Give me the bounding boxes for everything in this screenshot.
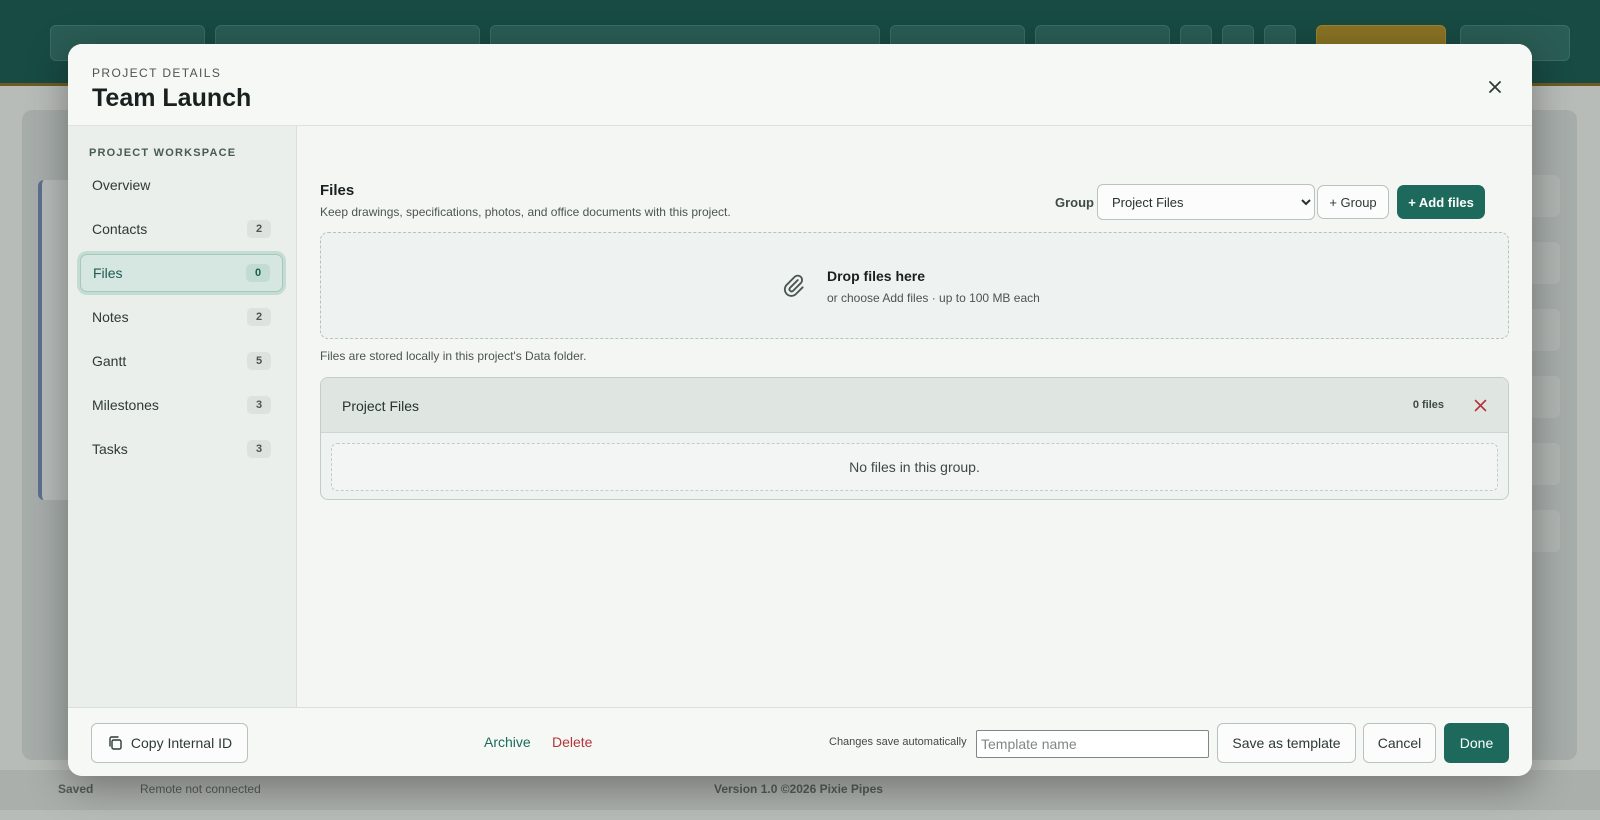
file-group-header: Project Files 0 files bbox=[321, 378, 1508, 433]
dropzone-subtitle: or choose Add files · up to 100 MB each bbox=[827, 291, 1040, 305]
sidebar-item-label: Gantt bbox=[92, 353, 127, 369]
background-remote-status: Remote not connected bbox=[140, 782, 261, 796]
sidebar-nav: Overview Contacts 2 Files 0 Notes 2 Gant… bbox=[80, 166, 283, 474]
count-badge: 2 bbox=[247, 308, 271, 326]
sidebar-item-label: Milestones bbox=[92, 397, 159, 413]
file-dropzone[interactable]: Drop files here or choose Add files · up… bbox=[320, 232, 1509, 339]
autosave-note: Changes save automatically bbox=[829, 736, 967, 748]
add-files-button[interactable]: + Add files bbox=[1397, 185, 1485, 219]
count-badge: 5 bbox=[247, 352, 271, 370]
archive-link[interactable]: Archive bbox=[484, 734, 531, 750]
sidebar-item-label: Overview bbox=[92, 177, 151, 193]
sidebar-item-notes[interactable]: Notes 2 bbox=[80, 298, 283, 336]
sidebar-item-label: Contacts bbox=[92, 221, 148, 237]
project-details-modal: PROJECT DETAILS Team Launch PROJECT WORK… bbox=[68, 44, 1532, 776]
delete-link[interactable]: Delete bbox=[552, 734, 592, 750]
template-name-input[interactable] bbox=[976, 730, 1209, 758]
count-badge: 3 bbox=[247, 440, 271, 458]
project-workspace-sidebar: PROJECT WORKSPACE Overview Contacts 2 Fi… bbox=[68, 126, 297, 707]
save-as-template-button[interactable]: Save as template bbox=[1217, 723, 1356, 763]
modal-eyebrow: PROJECT DETAILS bbox=[92, 66, 222, 80]
group-select[interactable]: Project Files bbox=[1097, 184, 1315, 220]
close-button[interactable] bbox=[1484, 76, 1506, 98]
sidebar-item-milestones[interactable]: Milestones 3 bbox=[80, 386, 283, 424]
files-panel: Files Keep drawings, specifications, pho… bbox=[297, 126, 1532, 707]
done-button[interactable]: Done bbox=[1444, 723, 1509, 763]
file-group-name: Project Files bbox=[342, 398, 420, 414]
count-badge: 3 bbox=[247, 396, 271, 414]
sidebar-heading: PROJECT WORKSPACE bbox=[89, 147, 237, 159]
background-saved-status: Saved bbox=[58, 782, 94, 796]
copy-internal-id-label: Copy Internal ID bbox=[130, 735, 233, 751]
modal-footer: Copy Internal ID Archive Delete Changes … bbox=[68, 707, 1532, 776]
sidebar-item-tasks[interactable]: Tasks 3 bbox=[80, 430, 283, 468]
sidebar-item-contacts[interactable]: Contacts 2 bbox=[80, 210, 283, 248]
background-version: Version 1.0 ©2026 Pixie Pipes bbox=[714, 782, 883, 796]
dropzone-title: Drop files here bbox=[827, 268, 926, 284]
remove-group-button[interactable] bbox=[1470, 395, 1490, 415]
add-group-button[interactable]: + Group bbox=[1317, 185, 1389, 219]
file-group-count: 0 files bbox=[1412, 399, 1444, 411]
sidebar-item-gantt[interactable]: Gantt 5 bbox=[80, 342, 283, 380]
empty-group-message: No files in this group. bbox=[331, 443, 1498, 491]
modal-title: Team Launch bbox=[92, 84, 252, 112]
cancel-button[interactable]: Cancel bbox=[1363, 723, 1436, 763]
sidebar-item-label: Files bbox=[93, 265, 123, 281]
storage-note: Files are stored locally in this project… bbox=[320, 349, 587, 363]
count-badge: 2 bbox=[247, 220, 271, 238]
copy-icon bbox=[109, 736, 122, 750]
sidebar-item-label: Tasks bbox=[92, 441, 128, 457]
group-label: Group bbox=[1055, 195, 1094, 210]
paperclip-icon bbox=[783, 274, 804, 297]
close-icon bbox=[1489, 81, 1501, 93]
section-title: Files bbox=[320, 182, 355, 199]
file-group-card: Project Files 0 files No files in this g… bbox=[320, 377, 1509, 500]
sidebar-item-overview[interactable]: Overview bbox=[80, 166, 283, 204]
count-badge: 0 bbox=[246, 264, 270, 282]
modal-header: PROJECT DETAILS Team Launch bbox=[68, 44, 1532, 126]
sidebar-item-files[interactable]: Files 0 bbox=[80, 254, 283, 292]
copy-internal-id-button[interactable]: Copy Internal ID bbox=[91, 723, 248, 763]
background-statusbar: Saved Remote not connected Version 1.0 ©… bbox=[0, 770, 1600, 810]
close-icon bbox=[1474, 399, 1486, 411]
sidebar-item-label: Notes bbox=[92, 309, 129, 325]
section-description: Keep drawings, specifications, photos, a… bbox=[320, 205, 731, 219]
